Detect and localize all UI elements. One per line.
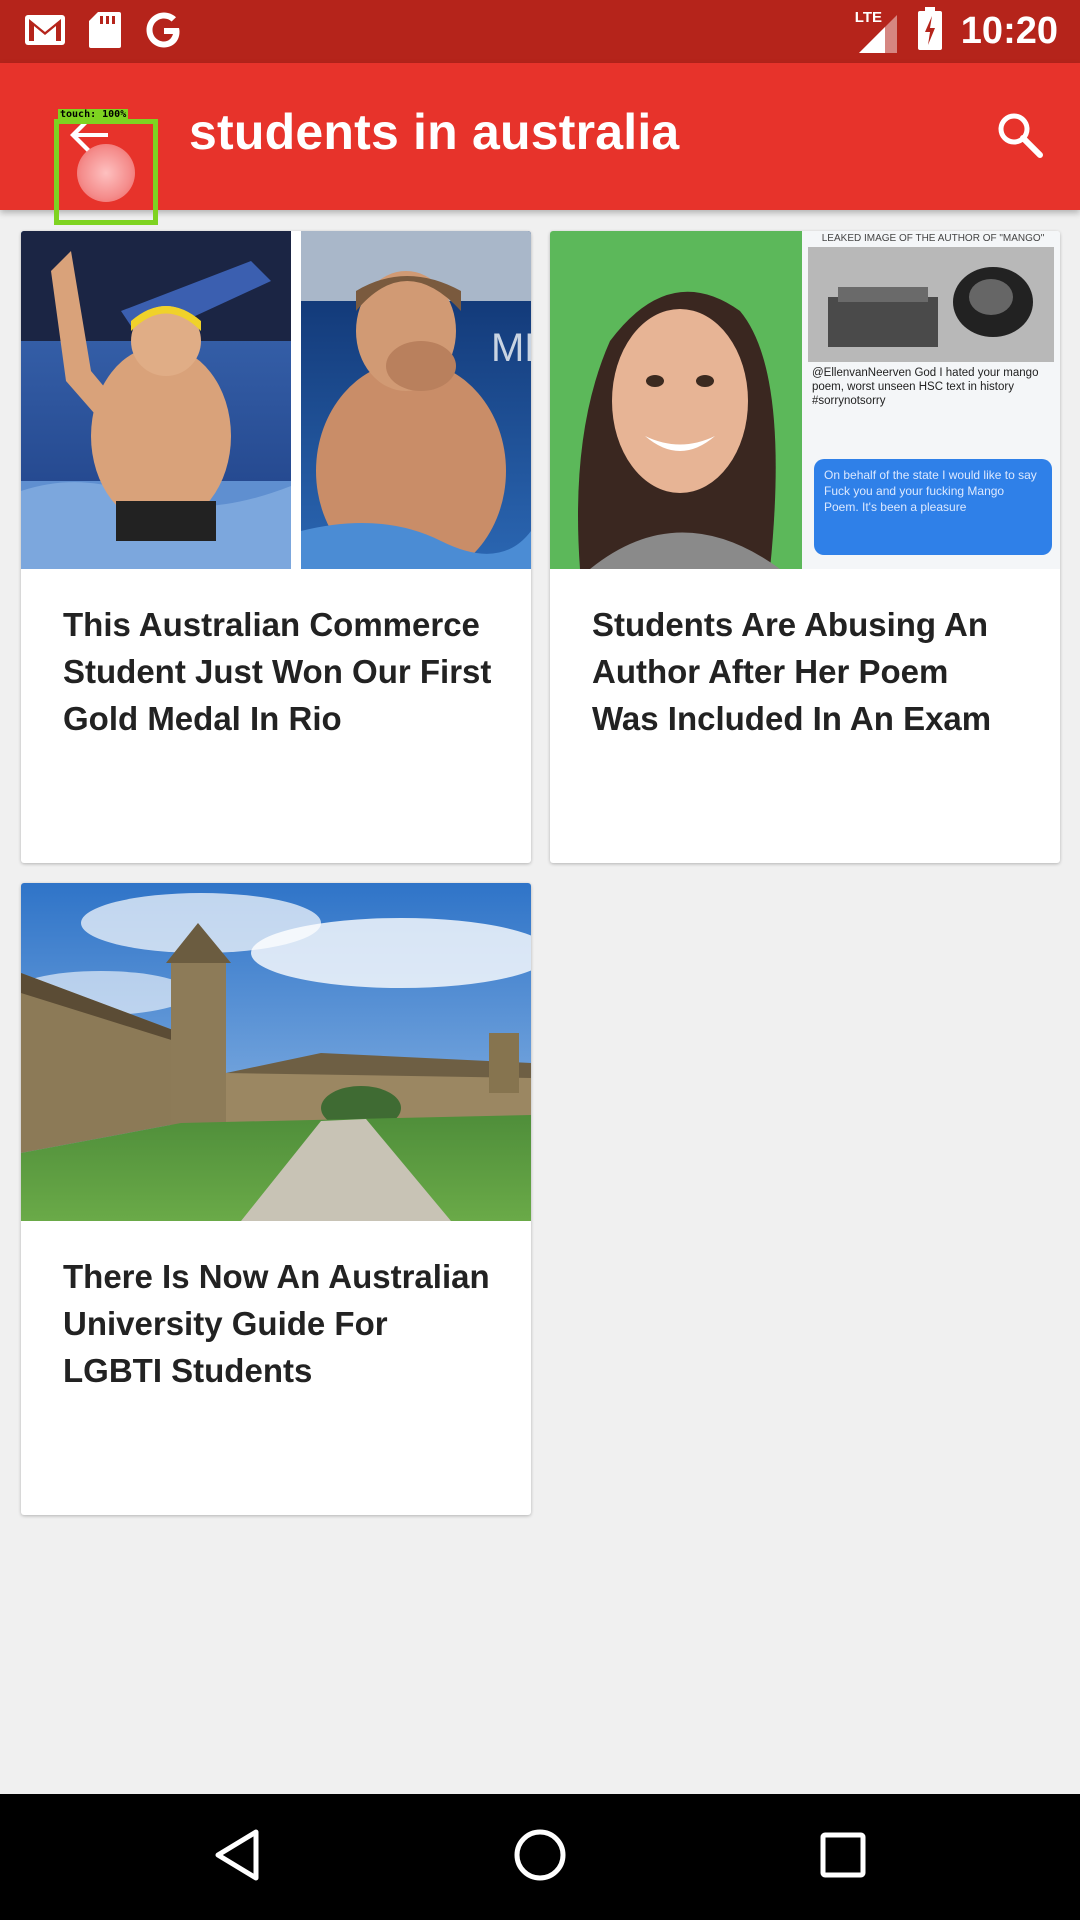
nav-recents-button[interactable] xyxy=(808,1822,878,1892)
tweet-text: @EllenvanNeerven God I hated your mango … xyxy=(812,367,1039,407)
signal-icon: LTE xyxy=(855,7,899,55)
system-nav-bar xyxy=(0,1794,1080,1920)
reply-bubble: On behalf of the state I would like to s… xyxy=(814,459,1052,555)
app-bar: students in australia xyxy=(0,63,1080,210)
image-caption-header: LEAKED IMAGE OF THE AUTHOR OF "MANGO" xyxy=(821,233,1045,244)
article-title: Students Are Abusing An Author After Her… xyxy=(592,606,992,737)
sd-card-icon xyxy=(88,11,122,54)
swimmer-photo: MEG xyxy=(21,231,531,569)
touch-indicator-label: touch: 100% xyxy=(58,109,129,120)
status-bar: LTE 10:20 xyxy=(0,0,1080,63)
google-icon xyxy=(144,10,184,55)
search-icon xyxy=(995,110,1045,165)
touch-indicator-dot xyxy=(77,144,135,202)
search-button[interactable] xyxy=(980,97,1060,177)
notification-icons xyxy=(24,10,184,55)
battery-charging-icon xyxy=(917,6,943,56)
nav-back-button[interactable] xyxy=(202,1822,272,1892)
university-photo xyxy=(21,883,531,1221)
recents-square-icon xyxy=(818,1830,868,1885)
nav-home-button[interactable] xyxy=(505,1822,575,1892)
back-triangle-icon xyxy=(212,1828,262,1887)
svg-text:MEG: MEG xyxy=(491,326,531,370)
page-title: students in australia xyxy=(189,104,680,160)
article-card[interactable]: MEG This Australian Commerce Student Jus… xyxy=(21,231,531,863)
article-title: This Australian Commerce Student Just Wo… xyxy=(63,606,492,737)
article-title: There Is Now An Australian University Gu… xyxy=(63,1258,490,1389)
monkey-photo xyxy=(808,247,1054,362)
home-circle-icon xyxy=(512,1827,568,1888)
system-icons: LTE 10:20 xyxy=(855,6,1058,56)
status-time: 10:20 xyxy=(960,10,1058,52)
gmail-icon xyxy=(24,13,66,52)
article-card[interactable]: There Is Now An Australian University Gu… xyxy=(21,883,531,1515)
article-card[interactable]: LEAKED IMAGE OF THE AUTHOR OF "MANGO" @E… xyxy=(550,231,1060,863)
author-tweet-photo: LEAKED IMAGE OF THE AUTHOR OF "MANGO" @E… xyxy=(550,231,1060,569)
